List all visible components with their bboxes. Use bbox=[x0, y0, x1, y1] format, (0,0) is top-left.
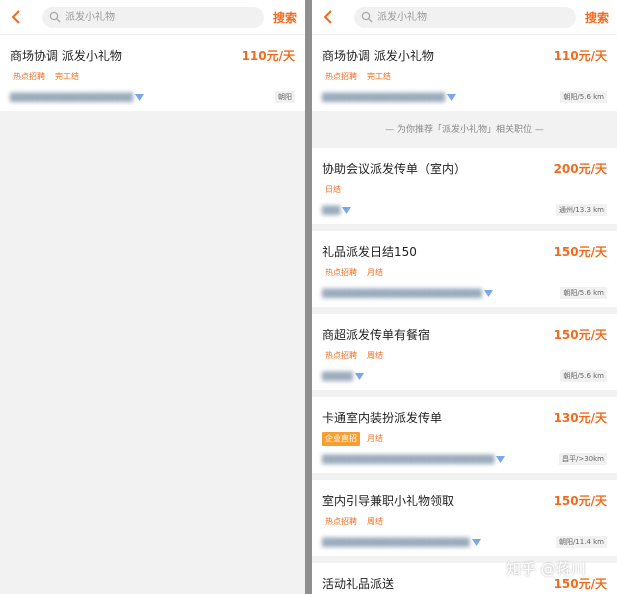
back-arrow-icon[interactable] bbox=[320, 9, 336, 25]
job-title: 活动礼品派送 bbox=[322, 577, 395, 591]
verified-icon bbox=[483, 289, 493, 297]
company-name-blurred: ███ bbox=[322, 205, 341, 215]
top-bar: 搜索 bbox=[312, 0, 617, 34]
job-pay: 150元/天 bbox=[553, 245, 607, 259]
job-tag: 热点招聘 bbox=[325, 72, 357, 81]
verified-icon bbox=[342, 206, 352, 214]
job-location: 朝阳 bbox=[275, 91, 295, 103]
job-tags: 热点招聘 完工结 bbox=[10, 70, 82, 84]
job-tag: 月结 bbox=[367, 434, 383, 443]
job-pay: 150元/天 bbox=[553, 328, 607, 342]
search-input[interactable] bbox=[377, 7, 567, 28]
search-input[interactable] bbox=[65, 7, 255, 28]
job-tag-direct-hire: 企业直招 bbox=[322, 432, 360, 446]
job-tags: 企业直招 月结 bbox=[322, 432, 386, 446]
job-location: 朝阳/11.4 km bbox=[555, 536, 607, 548]
job-title: 商场协调 派发小礼物 bbox=[10, 49, 122, 63]
job-location: 通州/13.3 km bbox=[555, 204, 607, 216]
job-tag: 热点招聘 bbox=[13, 72, 45, 81]
job-location: 昌平/>30km bbox=[558, 453, 607, 465]
search-box[interactable] bbox=[42, 7, 264, 28]
job-card[interactable]: 室内引导兼职小礼物领取 150元/天 热点招聘 周结 █████████████… bbox=[312, 480, 617, 556]
job-tags: 日结 bbox=[322, 183, 344, 197]
job-tag: 月结 bbox=[367, 268, 383, 277]
company-name-blurred: ████████████████████ bbox=[322, 92, 446, 102]
search-icon bbox=[361, 11, 373, 23]
company-row: ████████████████████████████ bbox=[322, 454, 506, 464]
job-title: 礼品派发日结150 bbox=[322, 245, 417, 259]
job-tags: 热点招聘 周结 bbox=[322, 515, 386, 529]
job-pay: 110元/天 bbox=[553, 49, 607, 63]
job-pay: 150元/天 bbox=[553, 494, 607, 508]
job-title: 室内引导兼职小礼物领取 bbox=[322, 494, 455, 508]
job-title: 协助会议派发传单（室内） bbox=[322, 162, 467, 176]
job-tag: 日结 bbox=[325, 185, 341, 194]
job-card[interactable]: 礼品派发日结150 150元/天 热点招聘 月结 ███████████████… bbox=[312, 231, 617, 307]
back-arrow-icon[interactable] bbox=[8, 9, 24, 25]
job-tag: 热点招聘 bbox=[325, 268, 357, 277]
job-card[interactable]: 商场协调 派发小礼物 110元/天 热点招聘 完工结 █████████████… bbox=[0, 35, 305, 111]
top-bar: 搜索 bbox=[0, 0, 305, 34]
job-location: 朝阳/5.6 km bbox=[560, 91, 607, 103]
job-tag: 热点招聘 bbox=[325, 517, 357, 526]
job-tags: 热点招聘 周结 bbox=[322, 349, 386, 363]
job-tag: 周结 bbox=[367, 351, 383, 360]
job-location: 朝阳/5.6 km bbox=[560, 287, 607, 299]
search-box[interactable] bbox=[354, 7, 576, 28]
job-tag: 热点招聘 bbox=[325, 351, 357, 360]
verified-icon bbox=[135, 93, 145, 101]
job-tag: 完工结 bbox=[367, 72, 391, 81]
job-card[interactable]: 卡通室内装扮派发传单 130元/天 企业直招 月结 ██████████████… bbox=[312, 397, 617, 473]
job-tag: 周结 bbox=[367, 517, 383, 526]
job-pay: 110元/天 bbox=[241, 49, 295, 63]
verified-icon bbox=[354, 372, 364, 380]
verified-icon bbox=[496, 455, 506, 463]
job-title: 卡通室内装扮派发传单 bbox=[322, 411, 443, 425]
company-name-blurred: █████ bbox=[322, 371, 353, 381]
left-screen: 搜索 商场协调 派发小礼物 110元/天 热点招聘 完工结 ██████████… bbox=[0, 0, 305, 594]
verified-icon bbox=[471, 538, 481, 546]
company-name-blurred: ██████████████████████████ bbox=[322, 288, 482, 298]
job-card[interactable]: 协助会议派发传单（室内） 200元/天 日结 ███ 通州/13.3 km bbox=[312, 148, 617, 224]
recommend-divider: — 为你推荐「派发小礼物」相关职位 — bbox=[312, 113, 617, 147]
job-tags: 热点招聘 月结 bbox=[322, 266, 386, 280]
company-row: ████████████████████ bbox=[322, 92, 457, 102]
job-location: 朝阳/5.6 km bbox=[560, 370, 607, 382]
right-screen: 搜索 商场协调 派发小礼物 110元/天 热点招聘 完工结 ██████████… bbox=[312, 0, 617, 594]
search-button[interactable]: 搜索 bbox=[273, 9, 297, 26]
company-name-blurred: ████████████████████████████ bbox=[322, 454, 495, 464]
verified-icon bbox=[447, 93, 457, 101]
job-card[interactable]: 商超派发传单有餐宿 150元/天 热点招聘 周结 █████ 朝阳/5.6 km bbox=[312, 314, 617, 390]
job-tag: 完工结 bbox=[55, 72, 79, 81]
company-name-blurred: ████████████████████ bbox=[10, 92, 134, 102]
job-tags: 热点招聘 完工结 bbox=[322, 70, 394, 84]
company-row: ████████████████████ bbox=[10, 92, 145, 102]
job-pay: 200元/天 bbox=[553, 162, 607, 176]
company-row: ██████████████████████████ bbox=[322, 288, 493, 298]
job-card[interactable]: 商场协调 派发小礼物 110元/天 热点招聘 完工结 █████████████… bbox=[312, 35, 617, 111]
search-icon bbox=[49, 11, 61, 23]
company-row: ████████████████████████ bbox=[322, 537, 481, 547]
company-name-blurred: ████████████████████████ bbox=[322, 537, 470, 547]
job-title: 商超派发传单有餐宿 bbox=[322, 328, 431, 342]
job-pay: 130元/天 bbox=[553, 411, 607, 425]
watermark: 知乎 @蒋川 bbox=[506, 560, 586, 578]
search-button[interactable]: 搜索 bbox=[585, 9, 609, 26]
company-row: ███ bbox=[322, 205, 352, 215]
job-title: 商场协调 派发小礼物 bbox=[322, 49, 434, 63]
company-row: █████ bbox=[322, 371, 364, 381]
